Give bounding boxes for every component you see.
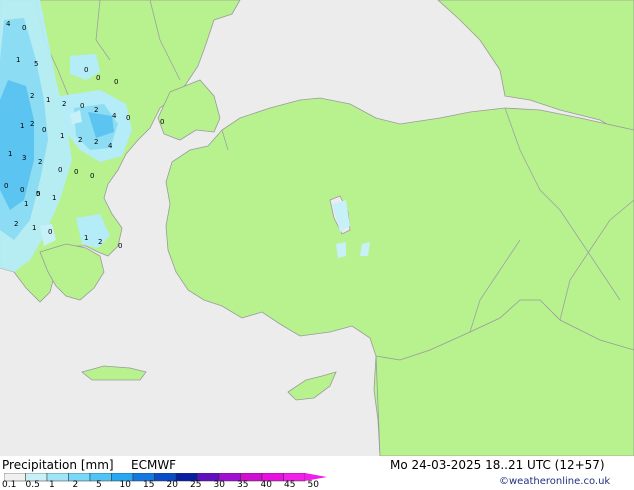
precip-value-label: 2 [98, 238, 102, 246]
precip-value-label: 0 [118, 242, 122, 250]
precip-value-label: 4 [6, 20, 11, 28]
precip-value-label: 5 [34, 60, 38, 68]
precip-value-label: 1 [20, 122, 24, 130]
precip-value-label: 5 [36, 190, 40, 198]
precip-value-label: 1 [52, 194, 56, 202]
precip-value-label: 2 [94, 138, 98, 146]
scale-tick-label: 15 [143, 480, 155, 490]
precip-value-label: 0 [42, 126, 46, 134]
precip-value-label: 2 [14, 220, 18, 228]
precip-value-label: 0 [20, 186, 24, 194]
model-name: ECMWF [131, 458, 177, 472]
scale-tick-label: 40 [260, 480, 272, 490]
precip-value-label: 0 [114, 78, 118, 86]
scale-tick-label: 30 [213, 480, 225, 490]
precip-value-label: 1 [16, 56, 20, 64]
scale-tick-label: 25 [190, 480, 202, 490]
precip-value-label: 1 [32, 224, 36, 232]
precip-value-label: 0 [58, 166, 62, 174]
precip-value-label: 4 [112, 112, 117, 120]
scale-tick-label: 0.5 [25, 480, 40, 490]
precip-value-label: 1 [84, 234, 88, 242]
precip-value-label: 2 [94, 106, 98, 114]
legend-title: Precipitation [mm] [2, 458, 114, 472]
precip-value-label: 0 [126, 114, 130, 122]
credit-link[interactable]: ©weatheronline.co.uk [499, 476, 610, 487]
scale-tick-label: 35 [237, 480, 249, 490]
precip-value-label: 3 [22, 154, 26, 162]
precip-value-label: 0 [160, 118, 164, 126]
scale-tick-label: 10 [119, 480, 131, 490]
precip-value-label: 2 [38, 158, 42, 166]
valid-time: Mo 24-03-2025 18..21 UTC (12+57) [390, 458, 605, 472]
precip-value-label: 0 [48, 228, 52, 236]
precip-value-label: 0 [80, 102, 84, 110]
precip-value-label: 2 [62, 100, 66, 108]
precip-value-label: 2 [30, 120, 34, 128]
precip-value-label: 2 [30, 92, 34, 100]
precip-value-label: 4 [108, 142, 113, 150]
scale-tick-label: 45 [284, 480, 296, 490]
precip-value-label: 0 [96, 74, 100, 82]
scale-tick-label: 50 [307, 480, 319, 490]
precip-value-label: 1 [60, 132, 64, 140]
precip-value-label: 0 [22, 24, 26, 32]
weather-map: 4015000210224012012241320000001512101200 [0, 0, 634, 457]
map-footer: Precipitation [mm] ECMWF Mo 24-03-2025 1… [0, 456, 634, 490]
scale-tick-label: 20 [166, 480, 178, 490]
precip-value-label: 0 [90, 172, 94, 180]
precip-value-label: 0 [4, 182, 8, 190]
precip-value-label: 1 [24, 200, 28, 208]
scale-tick-label: 0.1 [2, 480, 17, 490]
precip-value-label: 1 [8, 150, 12, 158]
precip-value-label: 0 [74, 168, 78, 176]
map-canvas: 4 01 50 00210224 01 201 2 2 41 3 20 0 00 0 0 1512 1 01 2 00 [0, 0, 634, 457]
precip-value-label: 2 [78, 136, 82, 144]
scale-tick-label: 2 [72, 480, 79, 490]
scale-tick-label: 1 [49, 480, 55, 490]
scale-tick-label: 5 [96, 480, 102, 490]
precip-value-label: 1 [46, 96, 50, 104]
precip-value-label: 0 [84, 66, 88, 74]
